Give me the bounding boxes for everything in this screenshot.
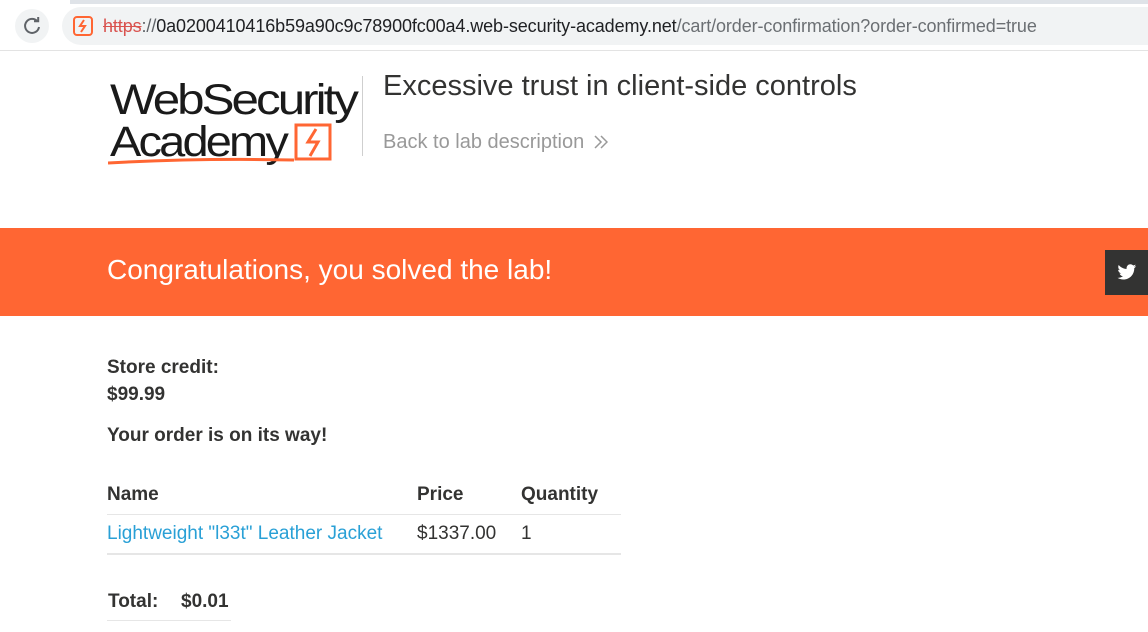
lab-title: Excessive trust in client-side controls (383, 70, 857, 102)
twitter-icon (1116, 264, 1136, 280)
tab-strip-edge (70, 0, 1148, 4)
product-quantity-cell: 1 (521, 514, 621, 555)
order-status-message: Your order is on its way! (107, 425, 328, 446)
total-row: Total: $0.01 (107, 584, 231, 621)
total-value: $0.01 (181, 584, 231, 621)
table-row: Lightweight "l33t" Leather Jacket $1337.… (107, 514, 621, 555)
url-separator: :// (141, 16, 157, 36)
url-scheme: https (103, 16, 142, 36)
column-header-quantity: Quantity (521, 476, 621, 515)
column-header-price: Price (417, 476, 521, 515)
order-items-table: Name Price Quantity Lightweight "l33t" L… (107, 476, 621, 555)
total-label: Total: (107, 584, 181, 621)
share-twitter-button[interactable] (1105, 250, 1148, 295)
url-text[interactable]: https://0a0200410416b59a90c9c78900fc00a4… (103, 15, 1037, 37)
browser-toolbar: https://0a0200410416b59a90c9c78900fc00a4… (0, 0, 1148, 51)
reload-button[interactable] (15, 9, 49, 43)
header-divider (362, 76, 363, 156)
reload-icon (24, 17, 40, 34)
table-header-row: Name Price Quantity (107, 476, 621, 515)
product-price-cell: $1337.00 (417, 514, 521, 555)
address-bar[interactable]: https://0a0200410416b59a90c9c78900fc00a4… (62, 7, 1148, 45)
academy-favicon-icon (73, 16, 93, 36)
url-path: /cart/order-confirmation?order-confirmed… (676, 16, 1037, 36)
product-name-cell: Lightweight "l33t" Leather Jacket (107, 514, 417, 555)
lab-solved-banner: Congratulations, you solved the lab! (0, 228, 1148, 316)
store-credit-value: $99.99 (107, 384, 166, 405)
logo-line-1: WebSecurity (110, 76, 360, 124)
store-credit-label: Store credit: (107, 357, 219, 378)
double-chevron-right-icon (594, 135, 609, 149)
back-to-lab-description-link[interactable]: Back to lab description (383, 130, 609, 154)
logo-bolt-icon (305, 128, 321, 157)
order-total-table: Total: $0.01 (107, 584, 231, 621)
url-host: 0a0200410416b59a90c9c78900fc00a4.web-sec… (156, 16, 677, 36)
solved-message: Congratulations, you solved the lab! (107, 254, 553, 285)
web-security-academy-logo[interactable]: WebSecurity Academy (108, 74, 360, 168)
column-header-name: Name (107, 476, 417, 515)
product-link[interactable]: Lightweight "l33t" Leather Jacket (107, 523, 382, 544)
back-link-label: Back to lab description (383, 131, 585, 153)
